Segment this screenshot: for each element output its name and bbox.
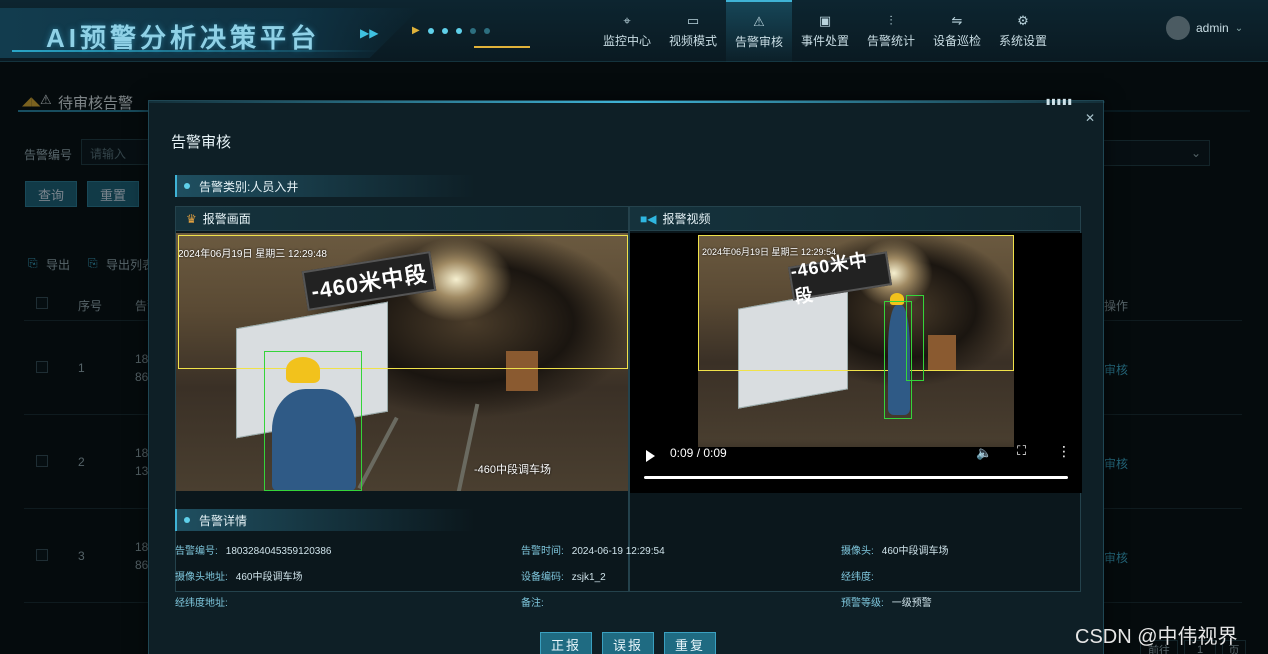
- user-name: admin: [1196, 21, 1229, 35]
- panel-icon: ▣: [818, 12, 832, 28]
- main-nav: ⌖ 监控中心 ▭ 视频模式 ⚠ 告警审核 ▣ 事件处置 ⫶ 告警统计 ⇋ 设备巡检 ⚙ 系统设置: [594, 0, 1056, 62]
- modal-title: 告警审核: [171, 134, 232, 151]
- volume-icon[interactable]: 🔈: [976, 445, 992, 461]
- nav-item-label: 视频模式: [668, 33, 717, 48]
- alarm-image-panel: ♛ 报警画面 -460米中段 2024年06月19日 星期三 12:29:48 …: [175, 206, 629, 592]
- avatar[interactable]: [1166, 16, 1190, 40]
- detail-alarm-time: 告警时间: 2024-06-19 12:29:54: [521, 546, 665, 557]
- detail-coordinates: 经纬度:: [841, 572, 874, 583]
- video-frame: -460米中段 2024年06月19日 星期三 12:29:54: [698, 235, 1014, 447]
- fullscreen-icon[interactable]: ⛶: [1017, 443, 1026, 459]
- decor-arrow-icon: ▶▶: [360, 26, 379, 40]
- decor-line: [474, 46, 530, 48]
- alarm-bell-icon: ♛: [186, 211, 197, 226]
- decor-dots: ▶: [412, 25, 490, 36]
- detail-remark: 备注:: [521, 598, 544, 609]
- duplicate-alarm-button[interactable]: 重复: [664, 632, 716, 654]
- chevron-down-icon: ⌄: [1234, 22, 1244, 34]
- nav-item-0[interactable]: ⌖ 监控中心: [594, 0, 660, 62]
- image-location-caption: -460中段调车场: [474, 464, 552, 476]
- decor-ticks: ▮▮▮▮▮: [1045, 97, 1073, 106]
- alarm-details-title: 告警详情: [199, 513, 248, 528]
- nav-item-label: 告警统计: [866, 33, 915, 48]
- alarm-details-section: 告警详情: [175, 509, 475, 531]
- app-root: AI预警分析决策平台 ▶▶ ▶ ⌖ 监控中心 ▭ 视频模式 ⚠ 告警审核 ▣ 事件处置 ⫶ 告警统…: [0, 0, 1268, 654]
- person-bounding-box: [906, 295, 924, 381]
- nav-item-1[interactable]: ▭ 视频模式: [660, 0, 726, 62]
- false-alarm-button[interactable]: 误报: [602, 632, 654, 654]
- alarm-video-panel: ■◀ 报警视频 -460米中段 2024年06月19日 星期三 12:29:54: [629, 206, 1082, 592]
- stats-icon: ⫶: [889, 12, 893, 28]
- detail-device-code: 设备编码: zsjk1_2: [521, 572, 606, 583]
- video-camera-icon: ■◀: [640, 211, 657, 226]
- close-icon[interactable]: ✕: [1085, 111, 1095, 125]
- nav-item-2[interactable]: ⚠ 告警审核: [726, 0, 792, 62]
- alarm-video-panel-title: 报警视频: [662, 212, 711, 226]
- detection-zone: [698, 235, 1014, 371]
- detail-coordinates-address: 经纬度地址:: [175, 598, 228, 609]
- app-title: AI预警分析决策平台: [46, 23, 321, 53]
- nav-item-6[interactable]: ⚙ 系统设置: [990, 0, 1056, 62]
- alarm-image-panel-header: ♛ 报警画面: [176, 207, 628, 231]
- decor-triangle-icon: ▶: [412, 25, 420, 36]
- video-player[interactable]: -460米中段 2024年06月19日 星期三 12:29:54 0:09 / …: [630, 233, 1082, 493]
- alarm-video-panel-header: ■◀ 报警视频: [630, 207, 1080, 231]
- switch-icon: ⇋: [951, 12, 963, 28]
- alarm-image-panel-title: 报警画面: [202, 212, 251, 226]
- nav-item-label: 告警审核: [734, 34, 783, 49]
- nav-item-label: 系统设置: [998, 33, 1047, 48]
- nav-item-5[interactable]: ⇋ 设备巡检: [924, 0, 990, 62]
- detail-warning-level: 预警等级: 一级预警: [841, 598, 932, 609]
- gear-icon: ⚙: [1017, 12, 1029, 28]
- confirm-alarm-button[interactable]: 正报: [540, 632, 592, 654]
- detail-camera-address: 摄像头地址: 460中段调车场: [175, 572, 303, 583]
- warning-icon: ⚠: [753, 13, 765, 29]
- detail-alarm-code: 告警编号: 1803284045359120386: [175, 546, 332, 557]
- nav-item-label: 设备巡检: [932, 33, 981, 48]
- person-bounding-box: [264, 351, 362, 491]
- alarm-category-section: 告警类别:人员入井: [175, 175, 475, 197]
- watermark: CSDN @中伟视界: [1075, 626, 1238, 648]
- detection-zone: [178, 235, 628, 369]
- alarm-snapshot-image[interactable]: -460米中段 2024年06月19日 星期三 12:29:48 -460中段调…: [176, 233, 628, 491]
- top-bar: AI预警分析决策平台 ▶▶ ▶ ⌖ 监控中心 ▭ 视频模式 ⚠ 告警审核 ▣ 事件处置 ⫶ 告警统…: [0, 0, 1268, 62]
- nav-item-label: 监控中心: [602, 33, 651, 48]
- play-icon[interactable]: [646, 450, 655, 462]
- nav-item-4[interactable]: ⫶ 告警统计: [858, 0, 924, 62]
- video-time: 0:09 / 0:09: [670, 446, 727, 460]
- target-icon: ⌖: [623, 12, 631, 28]
- nav-item-3[interactable]: ▣ 事件处置: [792, 0, 858, 62]
- alarm-category-label: 告警类别:人员入井: [199, 179, 299, 194]
- video-progress-bar[interactable]: [644, 476, 1068, 479]
- more-options-icon[interactable]: ⋮: [1057, 443, 1071, 460]
- alarm-review-modal: ▮▮▮▮▮ 告警审核 ✕ 告警类别:人员入井 ♛ 报警画面 -460米中段 20…: [148, 97, 1105, 654]
- video-icon: ▭: [686, 12, 700, 28]
- nav-item-label: 事件处置: [800, 33, 849, 48]
- video-controls: 0:09 / 0:09 🔈 ⛶ ⋮: [630, 439, 1082, 491]
- user-menu[interactable]: admin ⌄: [1166, 16, 1243, 40]
- detail-camera: 摄像头: 460中段调车场: [841, 546, 949, 557]
